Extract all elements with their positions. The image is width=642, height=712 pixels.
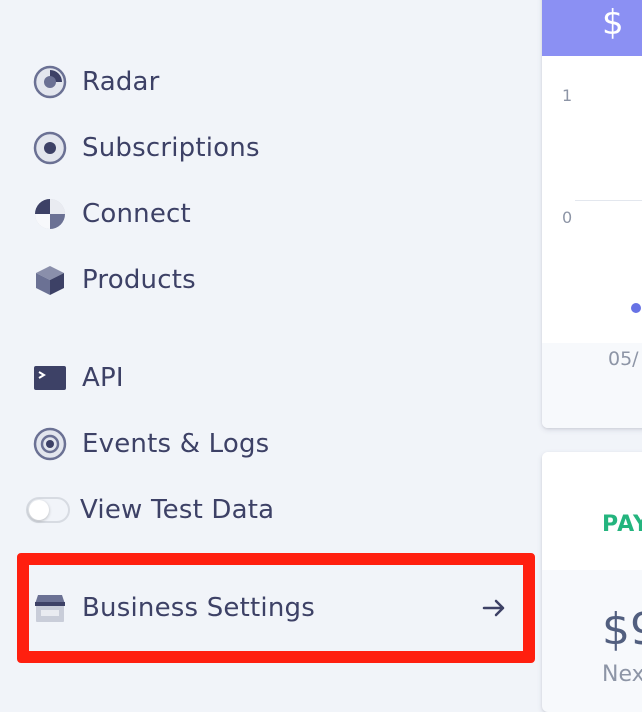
- chart-card: $ 1 0 05/: [542, 0, 642, 428]
- connect-icon: [30, 194, 70, 234]
- sidebar-item-products[interactable]: Products: [30, 258, 196, 302]
- y-tick-0: 0: [562, 208, 573, 227]
- sidebar-item-label: API: [82, 363, 124, 393]
- test-data-toggle[interactable]: [26, 497, 70, 523]
- sidebar-item-label: Products: [82, 265, 196, 295]
- chart-footer: 05/: [542, 343, 642, 428]
- test-data-label: View Test Data: [80, 495, 275, 525]
- payments-tab[interactable]: PAY: [602, 512, 642, 537]
- sidebar-item-events-logs[interactable]: Events & Logs: [30, 422, 269, 466]
- sidebar-item-label: Subscriptions: [82, 133, 260, 163]
- api-terminal-icon: [30, 358, 70, 398]
- arrow-right-icon: [478, 592, 510, 624]
- sidebar-item-label: Radar: [82, 67, 160, 97]
- sidebar-item-api[interactable]: API: [30, 356, 124, 400]
- toggle-knob: [29, 500, 49, 520]
- payments-tab-strip: PAY: [542, 452, 642, 570]
- products-icon: [30, 260, 70, 300]
- chart-gridline: [575, 200, 642, 201]
- business-settings-link[interactable]: Business Settings: [30, 586, 510, 630]
- subscriptions-icon: [30, 128, 70, 168]
- sidebar-item-radar[interactable]: Radar: [30, 60, 160, 104]
- sidebar-item-subscriptions[interactable]: Subscriptions: [30, 126, 260, 170]
- chart-card-header: $: [542, 0, 642, 56]
- payments-card: PAY $9 Nex: [542, 452, 642, 712]
- x-tick-label: 05/: [608, 348, 639, 370]
- chart-data-point: [629, 301, 642, 315]
- payments-amount: $9: [602, 604, 642, 655]
- view-test-data-toggle-row[interactable]: View Test Data: [26, 488, 274, 532]
- sidebar: Radar Subscriptions Connect Products API…: [0, 0, 540, 688]
- sidebar-item-label: Events & Logs: [82, 429, 270, 459]
- y-tick-1: 1: [562, 86, 573, 105]
- events-icon: [30, 424, 70, 464]
- payments-sub-label: Nex: [602, 662, 642, 687]
- sidebar-item-connect[interactable]: Connect: [30, 192, 191, 236]
- storefront-icon: [30, 588, 70, 628]
- business-settings-label: Business Settings: [82, 593, 315, 623]
- radar-icon: [30, 62, 70, 102]
- sidebar-item-label: Connect: [82, 199, 191, 229]
